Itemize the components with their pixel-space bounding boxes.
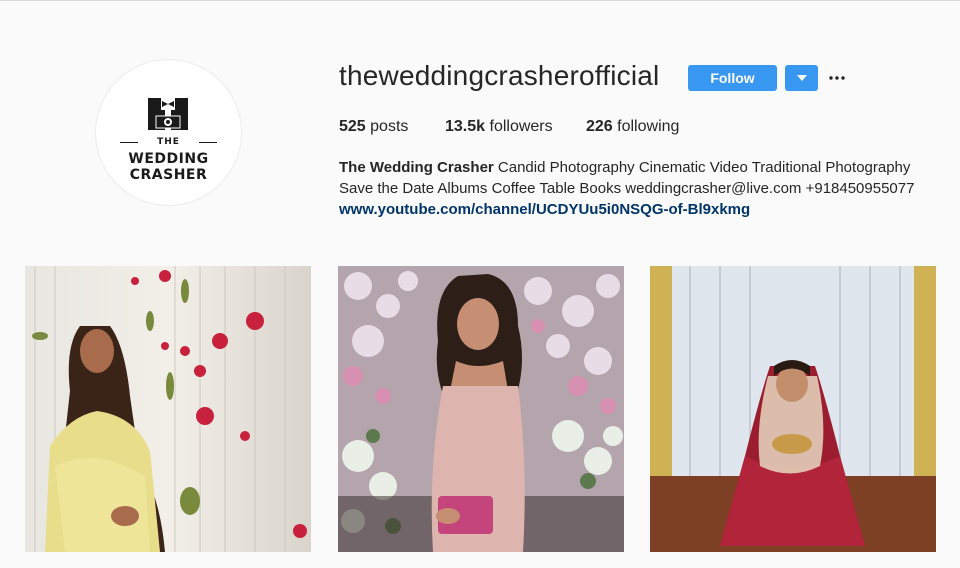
- profile-bio: The Wedding Crasher Candid Photography C…: [339, 157, 939, 220]
- post-image-pink-dress: [338, 266, 624, 552]
- post-image-bride: [650, 266, 936, 552]
- following-label: following: [617, 118, 680, 135]
- followers-label: followers: [489, 118, 553, 135]
- caret-down-icon: [796, 75, 807, 81]
- followers-stat[interactable]: 13.5k followers: [445, 118, 553, 136]
- logo-text-crasher: CRASHER: [129, 167, 208, 183]
- profile-avatar[interactable]: THE WEDDING CRASHER: [95, 59, 242, 206]
- followers-count: 13.5k: [445, 118, 486, 135]
- bio-description: Candid Photography Cinematic Video Tradi…: [493, 159, 911, 176]
- top-divider: [0, 0, 960, 1]
- bio-line-2: Save the Date Albums Coffee Table Books …: [339, 180, 915, 197]
- post-thumbnail-3[interactable]: [650, 266, 936, 552]
- follow-button[interactable]: Follow: [688, 65, 777, 91]
- bowtie-logo-icon: [148, 98, 188, 130]
- suggested-dropdown-button[interactable]: [785, 65, 818, 91]
- more-options-icon: [829, 76, 845, 80]
- post-thumbnail-2[interactable]: [338, 266, 624, 552]
- post-image-yellow-outfit: [25, 266, 311, 552]
- logo-text-the: THE: [157, 137, 180, 147]
- bio-line-1: The Wedding Crasher Candid Photography C…: [339, 157, 939, 178]
- posts-count: 525: [339, 118, 366, 135]
- profile-username: theweddingcrasherofficial: [339, 60, 660, 91]
- following-count: 226: [586, 118, 613, 135]
- following-stat[interactable]: 226 following: [586, 118, 679, 136]
- bio-website-link[interactable]: www.youtube.com/channel/UCDYUu5i0NSQG-of…: [339, 199, 939, 220]
- more-options-button[interactable]: [826, 66, 848, 90]
- post-thumbnail-1[interactable]: [25, 266, 311, 552]
- posts-stat: 525 posts: [339, 118, 408, 136]
- posts-label: posts: [370, 118, 409, 135]
- bio-full-name: The Wedding Crasher: [339, 159, 494, 176]
- logo-rule-right: [199, 142, 217, 143]
- logo-text-wedding: WEDDING: [128, 151, 209, 167]
